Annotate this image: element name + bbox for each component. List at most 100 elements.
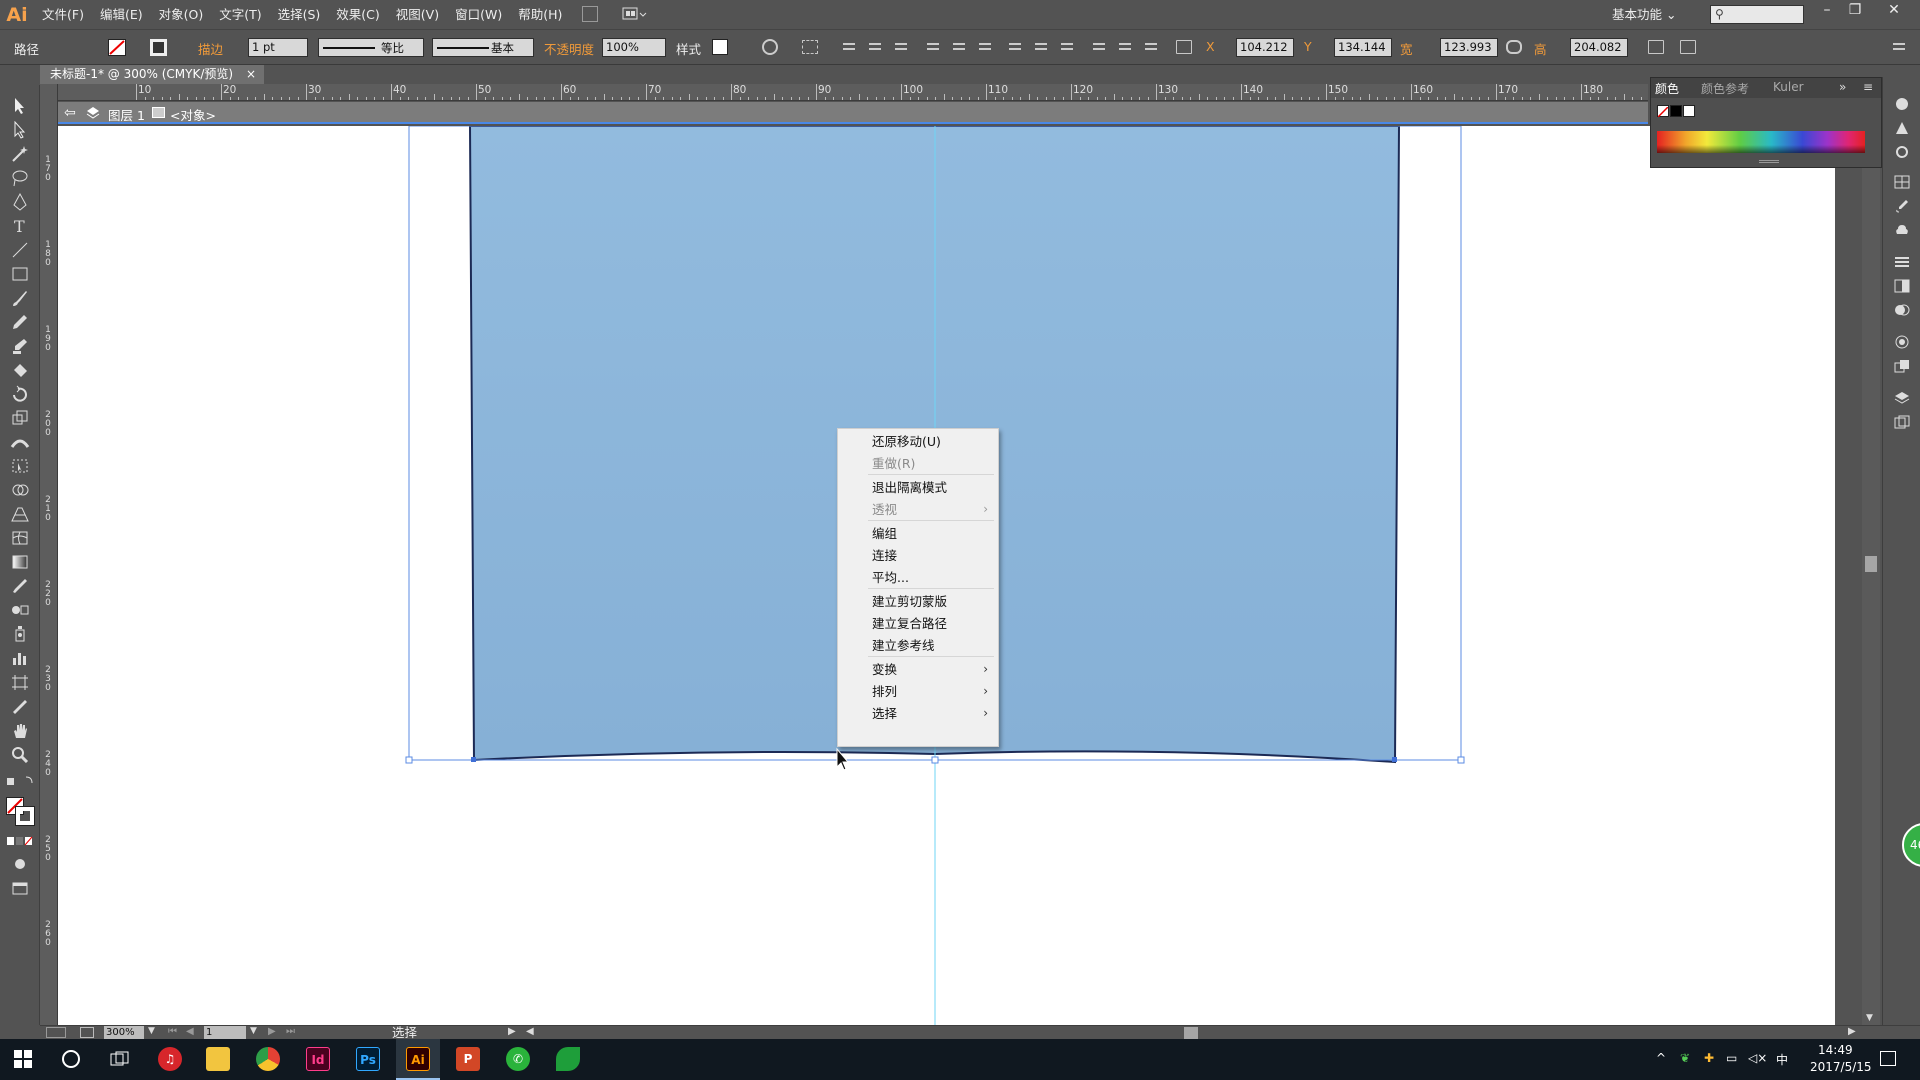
illustrator-icon[interactable]: Ai xyxy=(406,1047,430,1071)
transform-icon[interactable] xyxy=(1648,40,1664,54)
color-guide-icon[interactable] xyxy=(1894,121,1910,135)
ime-indicator[interactable]: 中 xyxy=(1776,1051,1788,1068)
width-label[interactable]: 宽 xyxy=(1400,39,1413,58)
arrange-documents-icon[interactable] xyxy=(622,6,647,22)
panel-resize-grip[interactable] xyxy=(1759,160,1779,163)
opacity-label[interactable]: 不透明度 xyxy=(544,39,594,58)
artboard-number-field[interactable]: 1 xyxy=(204,1026,246,1039)
line-tool[interactable] xyxy=(10,241,30,259)
direct-selection-tool[interactable] xyxy=(10,120,30,139)
constrain-proportions-icon[interactable] xyxy=(1506,40,1522,54)
panel-menu-icon[interactable] xyxy=(1892,41,1906,53)
menu-type[interactable]: 文字(T) xyxy=(211,0,269,29)
zoom-dropdown-icon[interactable]: ▼ xyxy=(148,1026,155,1036)
collapse-panel-icon[interactable]: » xyxy=(1839,80,1846,94)
artboards-panel-icon[interactable] xyxy=(1894,415,1910,429)
align-to-selection-icon[interactable] xyxy=(802,40,818,54)
transparency-icon[interactable] xyxy=(1894,303,1910,317)
stroke-color-box[interactable] xyxy=(15,806,35,826)
distribute-right-icon[interactable] xyxy=(1144,41,1158,53)
align-left-icon[interactable] xyxy=(842,41,856,53)
kuler-icon[interactable] xyxy=(1894,145,1910,159)
share-icon[interactable] xyxy=(80,1027,94,1038)
distribute-hcenter-icon[interactable] xyxy=(1118,41,1132,53)
cortana-search-icon[interactable] xyxy=(62,1050,80,1068)
eraser-tool[interactable] xyxy=(10,361,30,379)
context-menu-item[interactable]: 选择 xyxy=(872,707,996,721)
restore-button[interactable]: ❐ xyxy=(1841,0,1869,20)
symbols-icon[interactable] xyxy=(1894,223,1910,237)
menu-select[interactable]: 选择(S) xyxy=(270,0,329,29)
none-swatch[interactable] xyxy=(1657,105,1669,118)
width-field[interactable]: 123.993 xyxy=(1440,38,1498,57)
distribute-top-icon[interactable] xyxy=(1008,41,1022,53)
back-arrow-icon[interactable]: ⇦ xyxy=(64,105,76,121)
scroll-left-icon[interactable]: ◀ xyxy=(526,1026,534,1037)
menu-view[interactable]: 视图(V) xyxy=(388,0,447,29)
panel-options-icon[interactable]: ≡ xyxy=(1863,80,1873,94)
fill-swatch[interactable] xyxy=(108,39,126,56)
vertical-scroll-thumb[interactable] xyxy=(1865,556,1877,572)
menu-effect[interactable]: 效果(C) xyxy=(328,0,387,29)
stroke-swatch[interactable] xyxy=(150,39,167,56)
stroke-panel-icon[interactable] xyxy=(1894,255,1910,269)
style-swatch[interactable] xyxy=(712,39,728,55)
context-menu-item[interactable]: 建立复合路径 xyxy=(872,617,996,631)
align-bottom-icon[interactable] xyxy=(978,41,992,53)
height-label[interactable]: 高 xyxy=(1534,39,1547,58)
distribute-left-icon[interactable] xyxy=(1092,41,1106,53)
menu-file[interactable]: 文件(F) xyxy=(34,0,92,29)
bounding-handle-bc[interactable] xyxy=(931,756,939,764)
volume-icon[interactable]: ◁× xyxy=(1748,1051,1767,1065)
context-menu-item[interactable]: 连接 xyxy=(872,549,996,563)
vertical-scrollbar[interactable]: ▼ xyxy=(1862,168,1880,1025)
anchor-point-br[interactable] xyxy=(1392,757,1397,762)
close-window-button[interactable]: ✕ xyxy=(1880,0,1908,20)
gradient-tool[interactable] xyxy=(10,553,30,571)
align-center-icon[interactable] xyxy=(868,41,882,53)
artboard-nav-icon[interactable] xyxy=(46,1027,66,1038)
last-artboard-icon[interactable]: ⏭ xyxy=(286,1026,295,1037)
network-icon[interactable]: ▭ xyxy=(1726,1051,1737,1065)
context-menu-item[interactable]: 退出隔离模式 xyxy=(872,481,996,495)
black-swatch[interactable] xyxy=(1670,105,1682,117)
symbol-sprayer-tool[interactable] xyxy=(10,625,30,643)
isolation-layer-name[interactable]: 图层 1 xyxy=(108,105,145,124)
chrome-icon[interactable] xyxy=(256,1047,280,1071)
clock-date[interactable]: 2017/5/15 xyxy=(1810,1060,1872,1074)
tab-color-guide[interactable]: 颜色参考 xyxy=(1701,80,1749,97)
bounding-handle-br[interactable] xyxy=(1457,756,1465,764)
align-vcenter-icon[interactable] xyxy=(952,41,966,53)
paintbrush-tool[interactable] xyxy=(10,289,30,307)
tray-leaf-icon[interactable]: ❦ xyxy=(1680,1051,1690,1065)
swap-fill-stroke-icon[interactable] xyxy=(6,775,34,789)
slice-tool[interactable] xyxy=(10,697,30,715)
align-top-icon[interactable] xyxy=(926,41,940,53)
perspective-grid-tool[interactable] xyxy=(10,505,30,523)
eyedropper-tool[interactable] xyxy=(10,577,30,595)
photoshop-icon[interactable]: Ps xyxy=(356,1047,380,1071)
blend-tool[interactable] xyxy=(10,601,30,619)
context-menu-item[interactable]: 编组 xyxy=(872,527,996,541)
opacity-field[interactable]: 100% xyxy=(602,38,666,57)
distribute-vcenter-icon[interactable] xyxy=(1034,41,1048,53)
scroll-right-icon[interactable]: ▶ xyxy=(1848,1026,1856,1037)
isolate-object-icon[interactable] xyxy=(1680,40,1696,54)
pencil-tool[interactable] xyxy=(10,313,30,331)
appearance-icon[interactable] xyxy=(1894,335,1910,349)
vertical-ruler[interactable]: 1 7 0 1 8 0 1 9 0 2 0 0 2 1 0 2 2 0 2 3 0 2 4 0… xyxy=(40,84,58,1025)
context-menu-item[interactable]: 排列 xyxy=(872,685,996,699)
anchor-point-bl[interactable] xyxy=(471,757,476,762)
zoom-field[interactable]: 300% xyxy=(104,1026,144,1039)
align-right-icon[interactable] xyxy=(894,41,908,53)
layers-panel-icon[interactable] xyxy=(1894,391,1910,405)
artboard-dropdown-icon[interactable]: ▼ xyxy=(250,1026,257,1036)
graphic-styles-icon[interactable] xyxy=(1894,359,1910,373)
free-transform-tool[interactable] xyxy=(10,457,30,475)
search-input[interactable]: ⚲ xyxy=(1710,5,1804,24)
color-mode-buttons[interactable] xyxy=(6,835,34,846)
context-menu-item[interactable]: 透视 xyxy=(872,503,996,517)
tab-color[interactable]: 颜色 xyxy=(1655,80,1679,97)
workspace-switcher[interactable]: 基本功能 ⌄ xyxy=(1612,0,1676,29)
type-tool[interactable]: T xyxy=(10,217,30,236)
